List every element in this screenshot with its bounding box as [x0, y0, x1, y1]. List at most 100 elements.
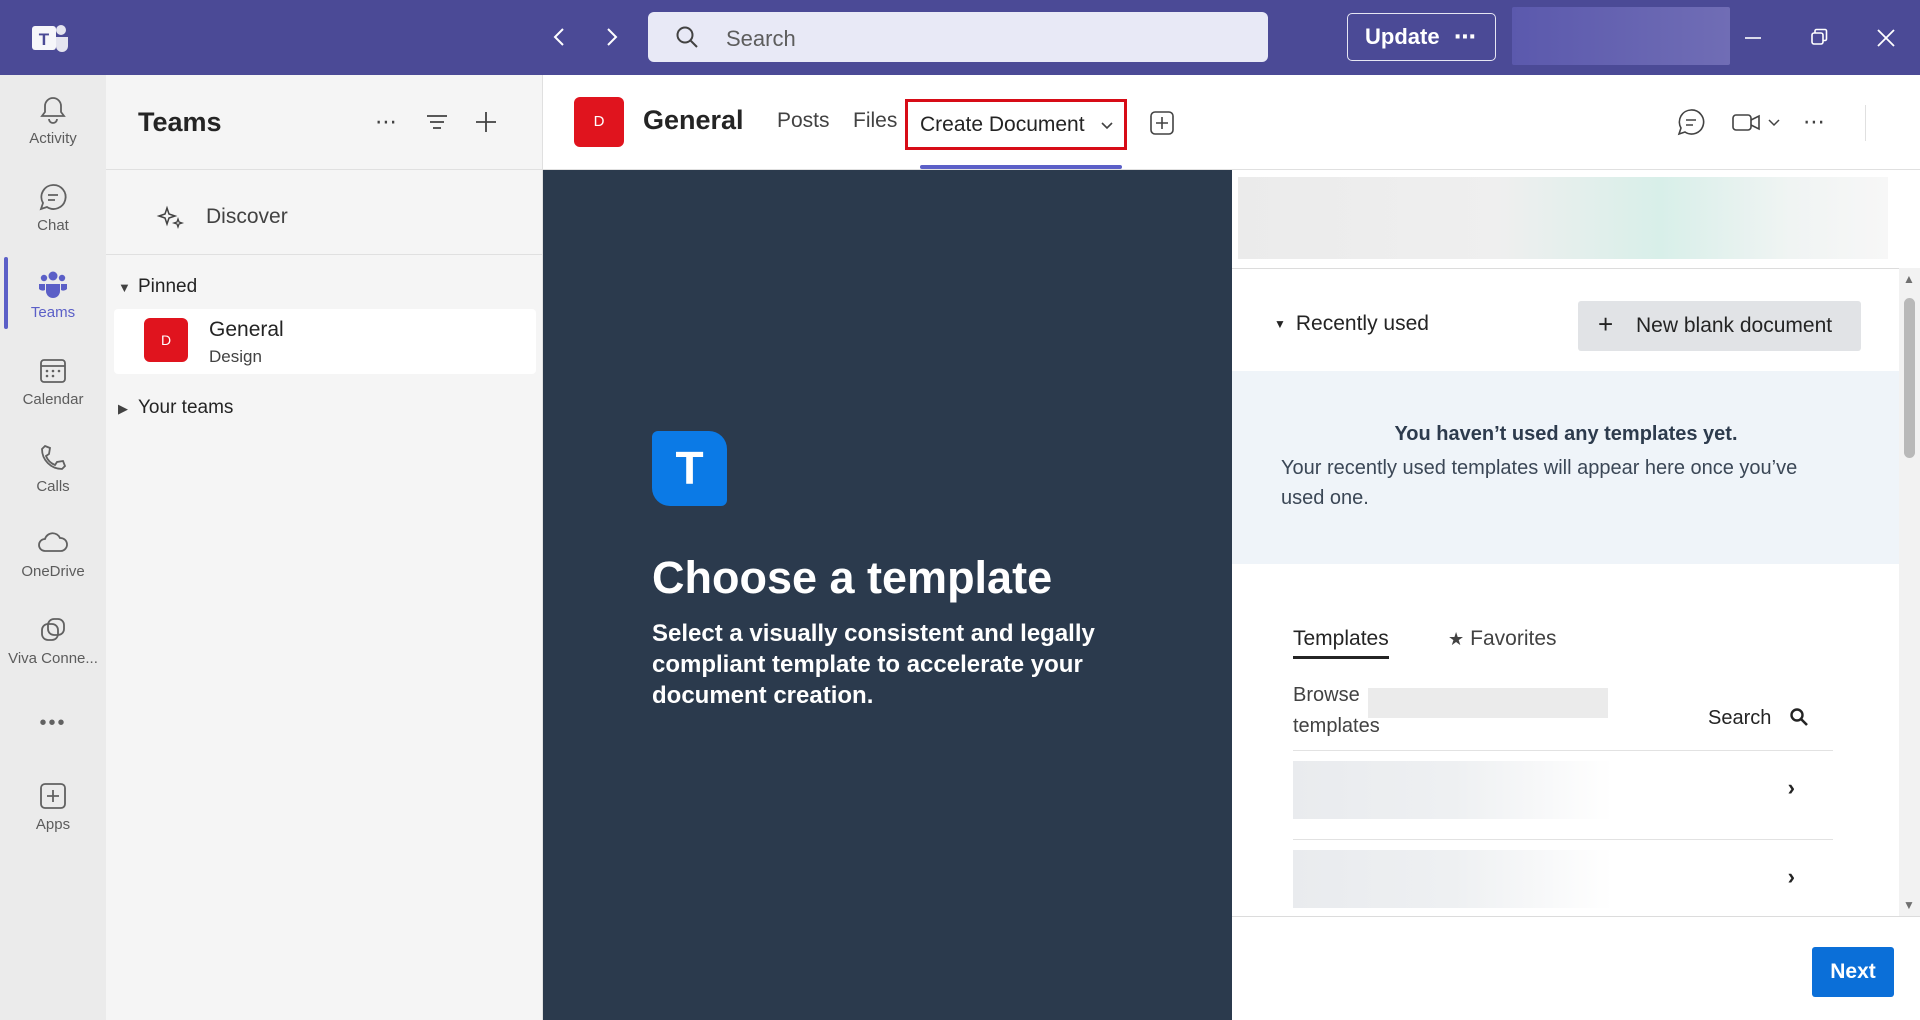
rail-label: OneDrive [21, 563, 85, 580]
team-avatar: D [144, 318, 188, 362]
rail-more-button[interactable]: ••• [0, 703, 106, 743]
bell-icon [40, 97, 66, 124]
rail-item-viva-connections[interactable]: Viva Conne... [0, 607, 106, 689]
template-search-button[interactable]: Search [1708, 707, 1809, 730]
your-teams-group-header[interactable]: ▶ Your teams [118, 397, 233, 427]
rail-label: Chat [37, 217, 69, 234]
filter-icon[interactable] [420, 105, 454, 139]
template-picker-pane: ▼ Recently used + New blank document You … [1232, 170, 1920, 1020]
search-placeholder: Search [726, 26, 796, 51]
more-icon: ⋯ [1803, 109, 1825, 134]
recently-used-header[interactable]: ▼ Recently used [1274, 312, 1429, 336]
caret-down-icon: ▼ [1274, 317, 1286, 331]
your-teams-label: Your teams [138, 397, 234, 418]
search-icon [1790, 708, 1808, 726]
restore-icon[interactable] [1799, 18, 1839, 58]
empty-state-body: Your recently used templates will appear… [1281, 457, 1798, 509]
discover-button[interactable]: Discover [156, 199, 486, 239]
calendar-icon [40, 359, 66, 383]
video-call-icon[interactable] [1729, 105, 1763, 139]
template-list-item[interactable]: › [1293, 750, 1833, 822]
recently-used-label: Recently used [1295, 312, 1429, 335]
tab-templates[interactable]: Templates [1293, 627, 1389, 659]
sparkle-icon [156, 205, 185, 230]
cloud-icon [38, 532, 68, 552]
team-name: Design [209, 347, 262, 366]
channel-header: D General Posts Files Create Document ⋯ [543, 75, 1920, 170]
tab-favorites[interactable]: ★ Favorites [1448, 627, 1557, 651]
pinned-label: Pinned [138, 276, 198, 297]
next-button[interactable]: Next [1812, 947, 1894, 997]
conversation-icon[interactable] [1674, 105, 1708, 139]
rail-item-activity[interactable]: Activity [0, 87, 106, 169]
rail-item-onedrive[interactable]: OneDrive [0, 520, 106, 602]
divider [1865, 105, 1866, 141]
rail-label: Teams [30, 304, 76, 321]
divider [1232, 268, 1920, 269]
rail-label: Activity [29, 130, 77, 147]
page-subtitle: Select a visually consistent and legally… [652, 620, 1095, 709]
rail-item-teams[interactable]: Teams [0, 261, 106, 343]
chevron-right-icon [607, 28, 618, 46]
tab-create-document[interactable]: Create Document [905, 99, 1127, 150]
pinned-channel-general[interactable]: D General Design [114, 309, 536, 374]
update-button[interactable]: Update ⋯ [1347, 13, 1496, 61]
plus-icon: + [1598, 309, 1614, 339]
forward-button[interactable] [594, 20, 628, 54]
close-icon[interactable] [1866, 18, 1906, 58]
add-tab-icon[interactable] [1147, 108, 1177, 138]
app-rail: Activity Chat Teams Calendar Calls OneDr… [0, 75, 106, 1020]
channel-avatar: D [574, 97, 624, 147]
panel-more-button[interactable]: ⋯ [369, 105, 403, 139]
rail-label: Calls [36, 478, 70, 495]
tab-label: Create Document [920, 113, 1085, 136]
viva-connections-icon [41, 618, 65, 641]
rail-item-calls[interactable]: Calls [0, 435, 106, 517]
tab-posts[interactable]: Posts [777, 109, 830, 133]
divider [106, 169, 543, 170]
rail-label: Calendar [22, 391, 84, 408]
tab-files[interactable]: Files [853, 109, 897, 133]
rail-item-apps[interactable]: Apps [0, 773, 106, 855]
chevron-right-icon: › [1787, 864, 1795, 889]
template-list-item[interactable]: › [1293, 839, 1833, 911]
active-tab-indicator [920, 165, 1122, 169]
app-logo: T [652, 431, 727, 506]
scroll-up-icon[interactable]: ▲ [1903, 272, 1915, 286]
channel-more-button[interactable]: ⋯ [1797, 105, 1831, 139]
search-input[interactable]: Search [648, 12, 1268, 62]
profile-area[interactable] [1512, 7, 1730, 65]
scrollbar-thumb[interactable] [1904, 298, 1915, 458]
chat-icon [39, 184, 67, 211]
page-title: Choose a template [652, 552, 1053, 603]
minimize-icon[interactable] [1733, 18, 1773, 58]
rail-item-chat[interactable]: Chat [0, 174, 106, 256]
more-icon: ⋯ [1454, 24, 1477, 49]
title-bar: T Search Update ⋯ [0, 0, 1920, 75]
scroll-down-icon[interactable]: ▼ [1903, 898, 1915, 912]
add-icon[interactable] [469, 105, 503, 139]
pinned-group-header[interactable]: ▼ Pinned [118, 276, 197, 306]
back-button[interactable] [543, 20, 577, 54]
banner-image [1238, 177, 1888, 259]
teams-logo-icon: T [32, 25, 68, 52]
chevron-down-icon[interactable] [1764, 105, 1784, 139]
update-label: Update [1365, 24, 1440, 49]
new-blank-document-button[interactable]: + New blank document [1578, 301, 1861, 351]
star-icon: ★ [1448, 629, 1465, 649]
scrollbar[interactable]: ▲ ▼ [1899, 268, 1920, 916]
chevron-right-icon: › [1787, 775, 1795, 800]
more-icon: ••• [39, 712, 67, 734]
phone-icon [41, 444, 67, 470]
divider [106, 254, 543, 255]
empty-state-title: You haven’t used any templates yet. [1394, 423, 1738, 445]
rail-label: Apps [35, 816, 71, 833]
template-intro-pane: T Choose a template Select a visually co… [543, 170, 1232, 1020]
empty-state: You haven’t used any templates yet. Your… [1232, 371, 1900, 564]
rail-item-calendar[interactable]: Calendar [0, 348, 106, 430]
search-icon [676, 26, 698, 48]
more-icon: ⋯ [375, 109, 397, 134]
channel-title: General [643, 105, 744, 135]
discover-label: Discover [206, 205, 288, 228]
browse-category-select[interactable] [1368, 688, 1608, 718]
